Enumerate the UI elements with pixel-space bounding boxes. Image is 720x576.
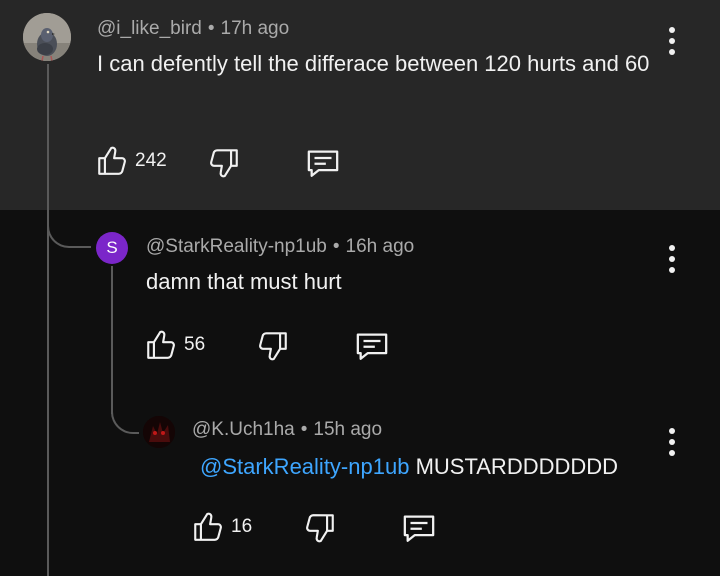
comment-1-text: I can defently tell the differace betwee…: [97, 51, 650, 76]
avatar-letter: S: [106, 238, 118, 257]
more-options-icon[interactable]: [664, 245, 680, 273]
comment-1-handle[interactable]: @i_like_bird: [97, 18, 202, 39]
like-count: 16: [231, 516, 253, 537]
thread-line-main: [47, 64, 49, 576]
thread-connector-2: [111, 400, 139, 434]
avatar-pigeon[interactable]: [23, 13, 71, 61]
comment-2-time: 16h ago: [345, 236, 415, 257]
dislike-icon: [210, 149, 238, 178]
reply-icon: [356, 333, 388, 360]
more-options-icon[interactable]: [664, 428, 680, 456]
comment-1-meta: @i_like_bird • 17h ago: [97, 18, 289, 40]
comment-3-meta: @K.Uch1ha • 15h ago: [192, 419, 382, 441]
comment-3-text: @StarkReality-np1ub MUSTARDDDDDDD: [200, 449, 618, 484]
like-button[interactable]: 242: [95, 144, 167, 178]
like-button[interactable]: 56: [144, 328, 205, 362]
comment-3-body: MUSTARDDDDDDD: [415, 454, 619, 479]
like-count: 242: [135, 150, 167, 171]
comment-3-handle[interactable]: @K.Uch1ha: [192, 419, 295, 440]
avatar-dark[interactable]: [143, 416, 175, 448]
comment-2-meta: @StarkReality-np1ub • 16h ago: [146, 236, 414, 258]
dislike-button[interactable]: [303, 511, 337, 545]
dislike-button[interactable]: [207, 146, 241, 180]
like-button[interactable]: 16: [191, 510, 252, 544]
comment-2-text: damn that must hurt: [146, 269, 342, 294]
like-icon: [147, 330, 175, 359]
reply-button[interactable]: [353, 329, 391, 363]
thread-line-reply: [111, 266, 113, 414]
reply-button[interactable]: [304, 146, 342, 180]
like-icon: [194, 512, 222, 541]
meta-separator: •: [300, 419, 308, 440]
more-options-icon[interactable]: [664, 27, 680, 55]
like-count: 56: [184, 334, 206, 355]
avatar-icon: [143, 416, 175, 448]
meta-separator: •: [207, 18, 215, 39]
avatar-letter-s[interactable]: S: [96, 232, 128, 264]
like-icon: [98, 146, 126, 175]
comment-3-time: 15h ago: [313, 419, 383, 440]
dislike-icon: [259, 332, 287, 361]
meta-separator: •: [332, 236, 340, 257]
comment-2-handle[interactable]: @StarkReality-np1ub: [146, 236, 327, 257]
dislike-button[interactable]: [256, 329, 290, 363]
reply-button[interactable]: [400, 511, 438, 545]
dislike-icon: [306, 514, 334, 543]
reply-icon: [403, 515, 435, 542]
pigeon-icon: [23, 13, 71, 61]
reply-icon: [307, 150, 339, 177]
thread-connector-1: [47, 210, 91, 248]
comment-1-time: 17h ago: [220, 18, 290, 39]
mention-link[interactable]: @StarkReality-np1ub: [200, 454, 409, 479]
